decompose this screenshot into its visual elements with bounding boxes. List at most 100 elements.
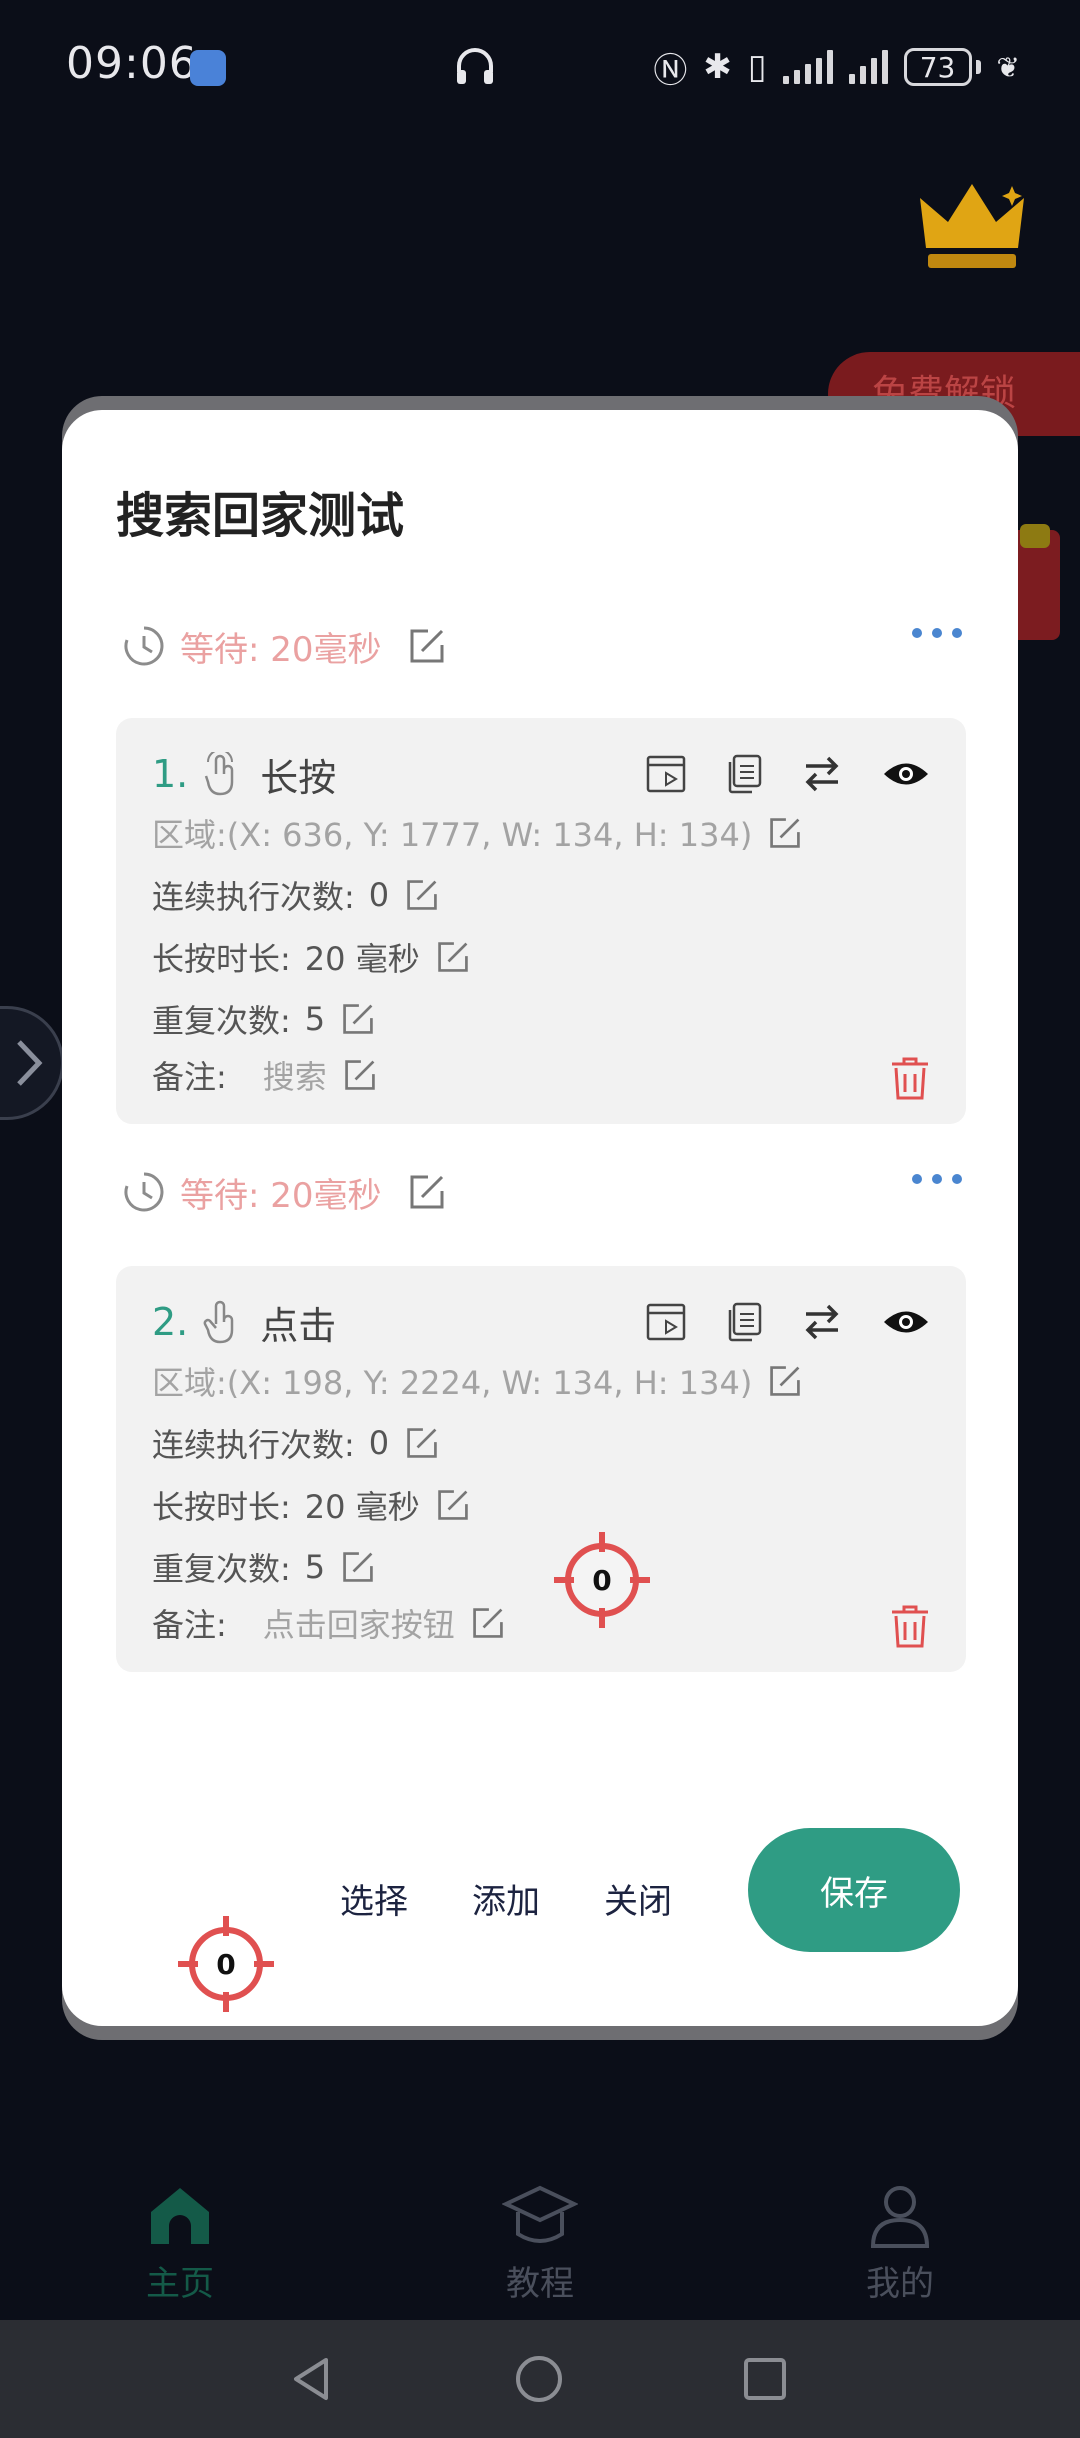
- save-button[interactable]: 保存: [748, 1828, 960, 1952]
- action-type: 点击: [260, 1303, 337, 1348]
- consecutive-line: 连续执行次数: 0: [152, 872, 439, 918]
- marker-label: 0: [592, 1563, 612, 1597]
- eye-icon[interactable]: [882, 759, 930, 789]
- trash-icon[interactable]: [890, 1604, 930, 1648]
- select-button[interactable]: 选择: [340, 1874, 408, 1923]
- crown-icon[interactable]: [912, 178, 1032, 278]
- nav-label-tutorial: 教程: [506, 2264, 574, 2304]
- graduation-cap-icon: [502, 2185, 578, 2243]
- action-card: 1. 长按 区域:(X: 636, Y: 1777, W: 134, H: 13…: [116, 718, 966, 1124]
- card-number: 1.: [152, 752, 189, 796]
- nav-home[interactable]: 主页: [100, 2180, 260, 2305]
- clock-icon: [124, 626, 164, 666]
- duration-value: 20 毫秒: [304, 1488, 420, 1526]
- target-marker[interactable]: 0: [176, 1914, 276, 2014]
- nfc-icon: Ⓝ: [653, 50, 688, 91]
- nav-label-home: 主页: [146, 2264, 214, 2304]
- edit-icon[interactable]: [768, 1364, 802, 1398]
- side-expand-handle[interactable]: [0, 1006, 64, 1120]
- more-options-icon[interactable]: [912, 628, 962, 638]
- note-value: 搜索: [262, 1058, 327, 1096]
- status-bar: 09:06 Ⓝ ✱ ▯ 73 ❦: [0, 0, 1080, 132]
- edit-icon[interactable]: [436, 940, 470, 974]
- status-time: 09:06: [66, 38, 198, 89]
- edit-icon[interactable]: [408, 1173, 446, 1211]
- user-icon: [870, 2186, 930, 2248]
- consecutive-line: 连续执行次数: 0: [152, 1420, 439, 1466]
- swap-icon[interactable]: [802, 756, 842, 792]
- battery-icon: 73: [903, 48, 981, 86]
- headset-icon: [457, 48, 493, 84]
- signal-strength-icon: [848, 50, 888, 84]
- repeat-line: 重复次数: 5: [152, 1544, 375, 1590]
- edit-icon[interactable]: [343, 1058, 377, 1092]
- add-button[interactable]: 添加: [472, 1874, 540, 1923]
- trash-icon[interactable]: [890, 1056, 930, 1100]
- consecutive-value: 0: [368, 1424, 390, 1462]
- repeat-line: 重复次数: 5: [152, 996, 375, 1042]
- edit-icon[interactable]: [471, 1606, 505, 1640]
- system-navigation-bar: [0, 2320, 1080, 2438]
- home-circle-icon[interactable]: [514, 2354, 564, 2404]
- nav-tutorial[interactable]: 教程: [460, 2180, 620, 2305]
- edit-icon[interactable]: [405, 878, 439, 912]
- signal-strength-icon: [782, 50, 833, 84]
- copy-icon[interactable]: [726, 1302, 762, 1342]
- repeat-label: 重复次数:: [152, 1002, 291, 1040]
- recents-icon[interactable]: [742, 2356, 788, 2402]
- more-options-icon[interactable]: [912, 1174, 962, 1184]
- duration-label: 长按时长:: [152, 1488, 291, 1526]
- note-label: 备注:: [152, 1058, 227, 1096]
- duration-line: 长按时长: 20 毫秒: [152, 1482, 470, 1528]
- wait-text: 等待: 20毫秒: [180, 1175, 382, 1216]
- dialog-actions: 选择: [340, 1858, 408, 1938]
- edit-icon[interactable]: [405, 1426, 439, 1460]
- nav-label-profile: 我的: [866, 2264, 934, 2304]
- region-text: 区域:(X: 198, Y: 2224, W: 134, H: 134): [152, 1364, 753, 1402]
- edit-icon[interactable]: [341, 1002, 375, 1036]
- wait-row[interactable]: 等待: 20毫秒: [122, 1162, 962, 1222]
- note-line: 备注: 点击回家按钮: [152, 1600, 505, 1646]
- swap-icon[interactable]: [802, 1304, 842, 1340]
- battery-level: 73: [903, 48, 972, 86]
- consecutive-label: 连续执行次数:: [152, 1426, 355, 1464]
- nav-profile[interactable]: 我的: [820, 2180, 980, 2305]
- bottom-navigation: 主页 教程 我的: [0, 2160, 1080, 2320]
- tap-hand-icon: [203, 1300, 234, 1344]
- home-icon: [151, 2188, 209, 2244]
- script-dialog: 搜索回家测试 等待: 20毫秒 1. 长按 区域:(X: 636, Y: 177…: [62, 410, 1018, 2026]
- dialog-actions: 添加: [472, 1858, 540, 1938]
- note-label: 备注:: [152, 1606, 227, 1644]
- note-value: 点击回家按钮: [262, 1606, 455, 1644]
- consecutive-value: 0: [368, 876, 390, 914]
- edit-icon[interactable]: [436, 1488, 470, 1522]
- note-line: 备注: 搜索: [152, 1052, 377, 1098]
- long-press-hand-icon: [205, 752, 234, 796]
- play-window-icon[interactable]: [646, 1303, 686, 1341]
- repeat-label: 重复次数:: [152, 1550, 291, 1588]
- play-window-icon[interactable]: [646, 755, 686, 793]
- copy-icon[interactable]: [726, 754, 762, 794]
- chevron-right-icon: [17, 1040, 43, 1086]
- duration-label: 长按时长:: [152, 940, 291, 978]
- edit-icon[interactable]: [408, 627, 446, 665]
- dialog-actions: 关闭: [604, 1858, 672, 1938]
- action-card: 2. 点击 区域:(X: 198, Y: 2224, W: 134, H: 13…: [116, 1266, 966, 1672]
- repeat-value: 5: [304, 1000, 326, 1038]
- repeat-value: 5: [304, 1548, 326, 1586]
- eye-icon[interactable]: [882, 1307, 930, 1337]
- edit-icon[interactable]: [341, 1550, 375, 1584]
- leaf-icon: ❦: [996, 50, 1020, 84]
- back-icon[interactable]: [286, 2354, 336, 2404]
- wait-row[interactable]: 等待: 20毫秒: [122, 616, 962, 676]
- edit-icon[interactable]: [768, 816, 802, 850]
- duration-line: 长按时长: 20 毫秒: [152, 934, 470, 980]
- duration-value: 20 毫秒: [304, 940, 420, 978]
- notification-app-icon: [190, 50, 226, 86]
- target-marker[interactable]: 0: [552, 1530, 652, 1630]
- wait-text: 等待: 20毫秒: [180, 629, 382, 670]
- consecutive-label: 连续执行次数:: [152, 878, 355, 916]
- region-line: 区域:(X: 636, Y: 1777, W: 134, H: 134): [152, 810, 802, 856]
- close-button[interactable]: 关闭: [604, 1874, 672, 1923]
- dialog-title: 搜索回家测试: [116, 488, 405, 544]
